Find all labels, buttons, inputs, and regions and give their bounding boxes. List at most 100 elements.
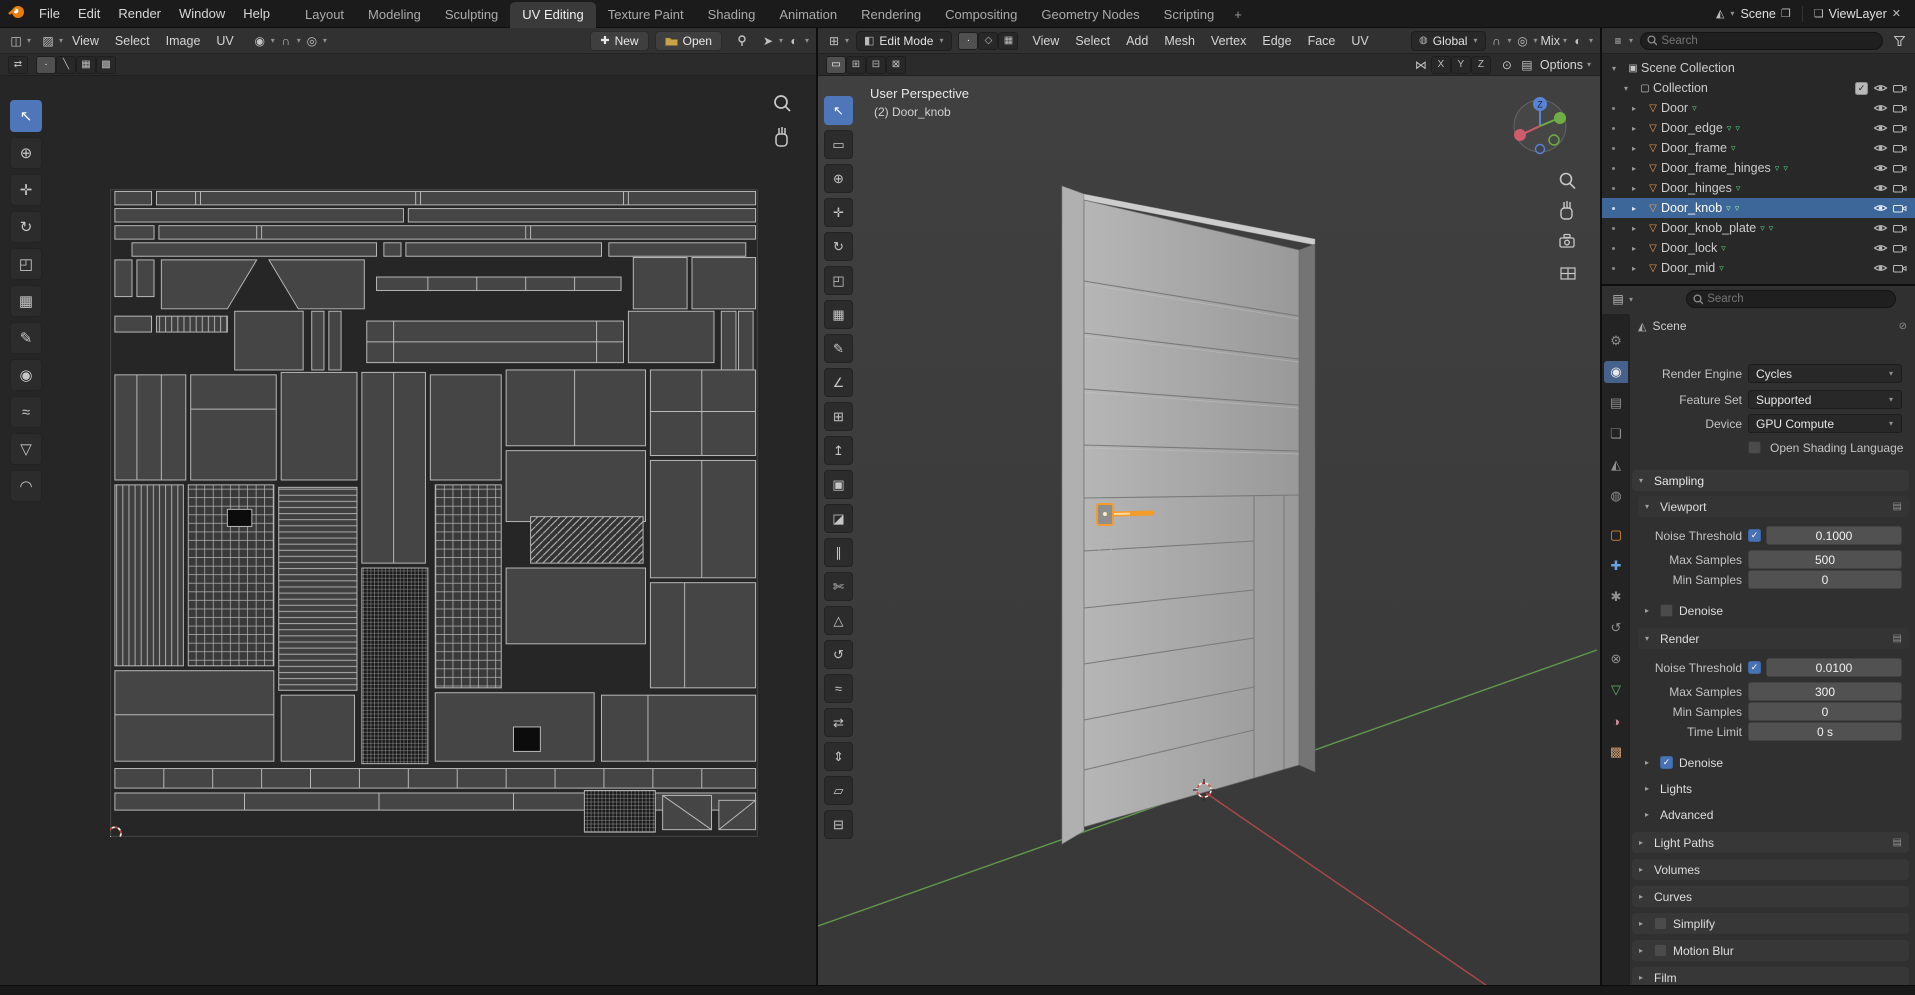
tab-object-data[interactable]: ▽ <box>1604 679 1628 701</box>
feature-set-dropdown[interactable]: Supported ▾ <box>1748 390 1902 409</box>
select-intersect-button[interactable]: ⊠ <box>886 55 906 74</box>
snap-icon[interactable]: ⊙ <box>1497 56 1517 74</box>
hide-eye-icon[interactable] <box>1873 183 1888 193</box>
viewport-denoise-header[interactable]: ▸ Denoise <box>1638 600 1909 621</box>
viewport-noise-threshold-field[interactable]: 0.1000 <box>1766 526 1902 545</box>
blender-logo-icon[interactable] <box>8 4 26 23</box>
outliner-search-input[interactable] <box>1661 34 1876 47</box>
select-new-button[interactable]: ▭ <box>826 55 846 74</box>
tab-constraints[interactable]: ⊗ <box>1604 648 1628 670</box>
add-workspace-button[interactable]: + <box>1226 2 1250 28</box>
render-noise-threshold-field[interactable]: 0.0100 <box>1766 658 1902 677</box>
hide-eye-icon[interactable] <box>1873 123 1888 133</box>
editor-type-uv-icon[interactable]: ◫ <box>6 32 26 50</box>
render-engine-dropdown[interactable]: Cycles ▾ <box>1748 364 1902 383</box>
tool-measure[interactable]: ∠ <box>824 368 853 397</box>
hide-eye-icon[interactable] <box>1873 163 1888 173</box>
outliner-item-door-knob[interactable]: ▸ ▽ Door_knob ▿ ▿ <box>1602 198 1915 218</box>
tool-smooth[interactable]: ◠ <box>10 470 42 502</box>
select-subtract-button[interactable]: ⊟ <box>866 55 886 74</box>
render-denoise-header[interactable]: ▸ ✓ Denoise <box>1638 752 1909 773</box>
uv-unwrap-wireframe[interactable] <box>110 189 758 837</box>
viewport-min-samples-field[interactable]: 0 <box>1748 570 1902 589</box>
render-camera-icon[interactable] <box>1893 184 1907 193</box>
tool-cursor[interactable]: ⊕ <box>824 164 853 193</box>
tool-add-cube[interactable]: ⊞ <box>824 402 853 431</box>
options-dropdown[interactable]: Options <box>1537 58 1586 72</box>
advanced-header[interactable]: ▸ Advanced <box>1638 804 1909 825</box>
tool-transform[interactable]: ▦ <box>10 285 42 317</box>
orientation-dropdown[interactable]: ◍ Global ▾ <box>1411 30 1487 51</box>
viewport-subpanel-header[interactable]: ▾ Viewport ▤ <box>1638 496 1909 517</box>
viewlayer-selector[interactable]: ViewLayer <box>1829 7 1887 21</box>
noise-threshold-checkbox[interactable]: ✓ <box>1748 661 1761 674</box>
scene-browse-icon[interactable]: ◭ <box>1716 7 1724 20</box>
tab-output[interactable]: ▤ <box>1604 392 1628 414</box>
render-camera-icon[interactable] <box>1893 224 1907 233</box>
remove-viewlayer-icon[interactable]: ✕ <box>1892 7 1901 20</box>
tool-bevel[interactable]: ◪ <box>824 504 853 533</box>
motion-blur-checkbox[interactable] <box>1654 944 1667 957</box>
tool-extrude[interactable]: ↥ <box>824 436 853 465</box>
tab-physics[interactable]: ↺ <box>1604 617 1628 639</box>
tool-edge-slide[interactable]: ⇄ <box>824 708 853 737</box>
uv-menu-view[interactable]: View <box>64 34 107 48</box>
workspace-tab-sculpting[interactable]: Sculpting <box>433 2 510 28</box>
uv-select-edge-button[interactable]: ╲ <box>56 55 76 74</box>
hide-eye-icon[interactable] <box>1873 103 1888 113</box>
workspace-tab-scripting[interactable]: Scripting <box>1152 2 1227 28</box>
tool-scale[interactable]: ◰ <box>824 266 853 295</box>
outliner-item-door-frame[interactable]: ▸ ▽ Door_frame ▿ <box>1602 138 1915 158</box>
uv-canvas[interactable]: ↖ ⊕ ✛ ↻ ◰ ▦ ✎ ◉ ≈ ▽ ◠ <box>0 76 816 985</box>
hide-eye-icon[interactable] <box>1873 223 1888 233</box>
render-camera-icon[interactable] <box>1893 84 1907 93</box>
tab-tool[interactable]: ⚙ <box>1604 330 1628 352</box>
tab-view-layer[interactable]: ❏ <box>1604 423 1628 445</box>
zoom-icon[interactable] <box>774 95 791 112</box>
outliner-row-scene-collection[interactable]: ▾ ▣ Scene Collection <box>1602 58 1915 78</box>
hide-eye-icon[interactable] <box>1873 203 1888 213</box>
sampling-panel-header[interactable]: ▾ Sampling <box>1632 470 1909 491</box>
overlays-icon[interactable]: ◐ <box>1568 32 1588 50</box>
workspace-tab-rendering[interactable]: Rendering <box>849 2 933 28</box>
render-camera-icon[interactable] <box>1893 264 1907 273</box>
snap-magnet-icon[interactable]: ∩ <box>1486 32 1506 50</box>
osl-checkbox[interactable] <box>1748 441 1761 454</box>
tool-rotate[interactable]: ↻ <box>824 232 853 261</box>
render-camera-icon[interactable] <box>1893 164 1907 173</box>
simplify-checkbox[interactable] <box>1654 917 1667 930</box>
tool-smooth[interactable]: ≈ <box>824 674 853 703</box>
tab-texture[interactable]: ▩ <box>1604 741 1628 763</box>
presets-icon[interactable]: ▤ <box>1893 501 1902 512</box>
render-min-samples-field[interactable]: 0 <box>1748 702 1902 721</box>
workspace-tab-layout[interactable]: Layout <box>293 2 356 28</box>
outliner-item-door[interactable]: ▸ ▽ Door ▿ <box>1602 98 1915 118</box>
expand-arrow-icon[interactable]: ▾ <box>1612 64 1625 73</box>
outliner-item-door-mid[interactable]: ▸ ▽ Door_mid ▿ <box>1602 258 1915 278</box>
menu-help[interactable]: Help <box>234 0 279 28</box>
tool-annotate[interactable]: ✎ <box>10 322 42 354</box>
new-image-button[interactable]: ✚ New <box>590 30 649 51</box>
tool-poly-build[interactable]: △ <box>824 606 853 635</box>
uv-sync-select-button[interactable]: ⇄ <box>8 55 28 74</box>
new-scene-icon[interactable]: ❐ <box>1781 7 1791 20</box>
outliner-search[interactable] <box>1640 31 1883 50</box>
viewport-denoise-checkbox[interactable] <box>1660 604 1673 617</box>
tool-move[interactable]: ✛ <box>10 174 42 206</box>
select-extend-button[interactable]: ⊞ <box>846 55 866 74</box>
viewport-max-samples-field[interactable]: 500 <box>1748 550 1902 569</box>
workspace-tab-animation[interactable]: Animation <box>767 2 849 28</box>
breadcrumb-scene[interactable]: Scene <box>1652 319 1686 333</box>
tab-scene[interactable]: ◭ <box>1604 454 1628 476</box>
tool-tweak[interactable]: ↖ <box>10 100 42 132</box>
presets-icon[interactable]: ▤ <box>1893 837 1902 848</box>
pivot-point-icon[interactable]: ◉ <box>250 32 270 50</box>
tool-inset[interactable]: ▣ <box>824 470 853 499</box>
active-tool-icon[interactable]: ➤ <box>758 32 778 50</box>
tool-grab[interactable]: ◉ <box>10 359 42 391</box>
uv-menu-uv[interactable]: UV <box>208 34 241 48</box>
collection-checkbox[interactable]: ✓ <box>1855 81 1868 95</box>
uv-menu-image[interactable]: Image <box>158 34 209 48</box>
transform-pivot-icon[interactable]: ▤ <box>1517 56 1537 74</box>
render-max-samples-field[interactable]: 300 <box>1748 682 1902 701</box>
